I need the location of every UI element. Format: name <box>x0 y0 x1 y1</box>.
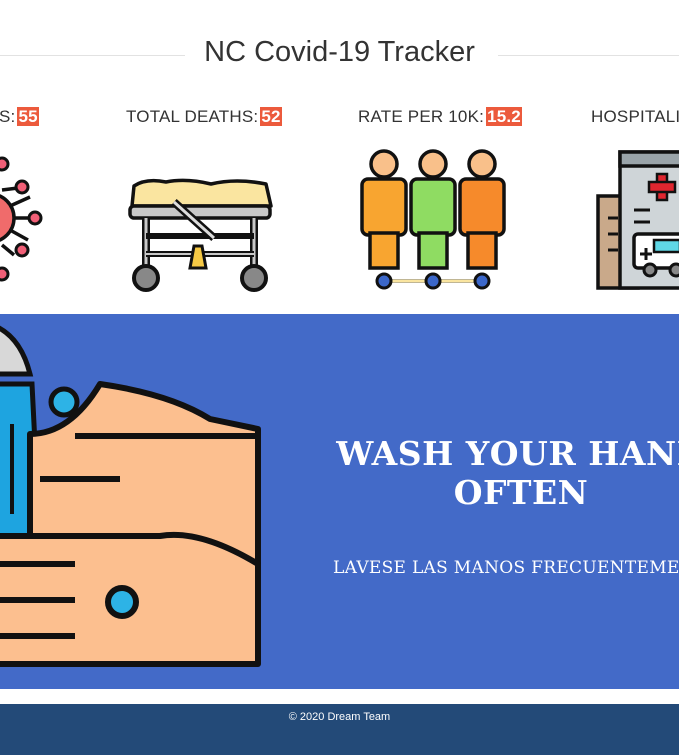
stat-total-deaths: TOTAL DEATHS: 52 <box>126 107 282 127</box>
title-divider-right <box>498 55 679 56</box>
banner-title-line2: OFTEN <box>453 473 589 512</box>
footer: © 2020 Dream Team <box>0 704 679 755</box>
stat-hospitalized-label: HOSPITALI <box>591 107 679 126</box>
page-title: NC Covid-19 Tracker <box>204 36 475 68</box>
hand-washing-banner: WASH YOUR HAND OFTEN LAVESE LAS MANOS FR… <box>0 314 679 689</box>
stat-deaths-value: 52 <box>260 107 282 126</box>
hand-washing-icon <box>0 325 261 667</box>
virus-icon <box>0 156 43 282</box>
banner-subtitle: LAVESE LAS MANOS FRECUENTEMEN <box>333 558 679 578</box>
banner-title-line1: WASH YOUR HAND <box>336 434 679 473</box>
people-icon <box>360 149 506 290</box>
stat-hospitalized: HOSPITALI <box>591 107 679 127</box>
stretcher-icon <box>128 178 273 292</box>
stat-rate-value: 15.2 <box>486 107 522 126</box>
stat-rate: RATE PER 10K: 15.2 <box>358 107 522 127</box>
hospital-icon <box>596 150 679 290</box>
stat-cases-value: 55 <box>17 107 39 126</box>
stat-cases: S: 55 <box>0 107 39 127</box>
footer-copyright: © 2020 Dream Team <box>288 711 391 723</box>
banner-title: WASH YOUR HAND OFTEN <box>331 434 679 512</box>
stat-cases-label: S: <box>0 107 16 126</box>
stat-deaths-label: TOTAL DEATHS: <box>126 107 259 126</box>
page-header: NC Covid-19 Tracker <box>0 32 679 82</box>
stat-rate-label: RATE PER 10K: <box>358 107 485 126</box>
